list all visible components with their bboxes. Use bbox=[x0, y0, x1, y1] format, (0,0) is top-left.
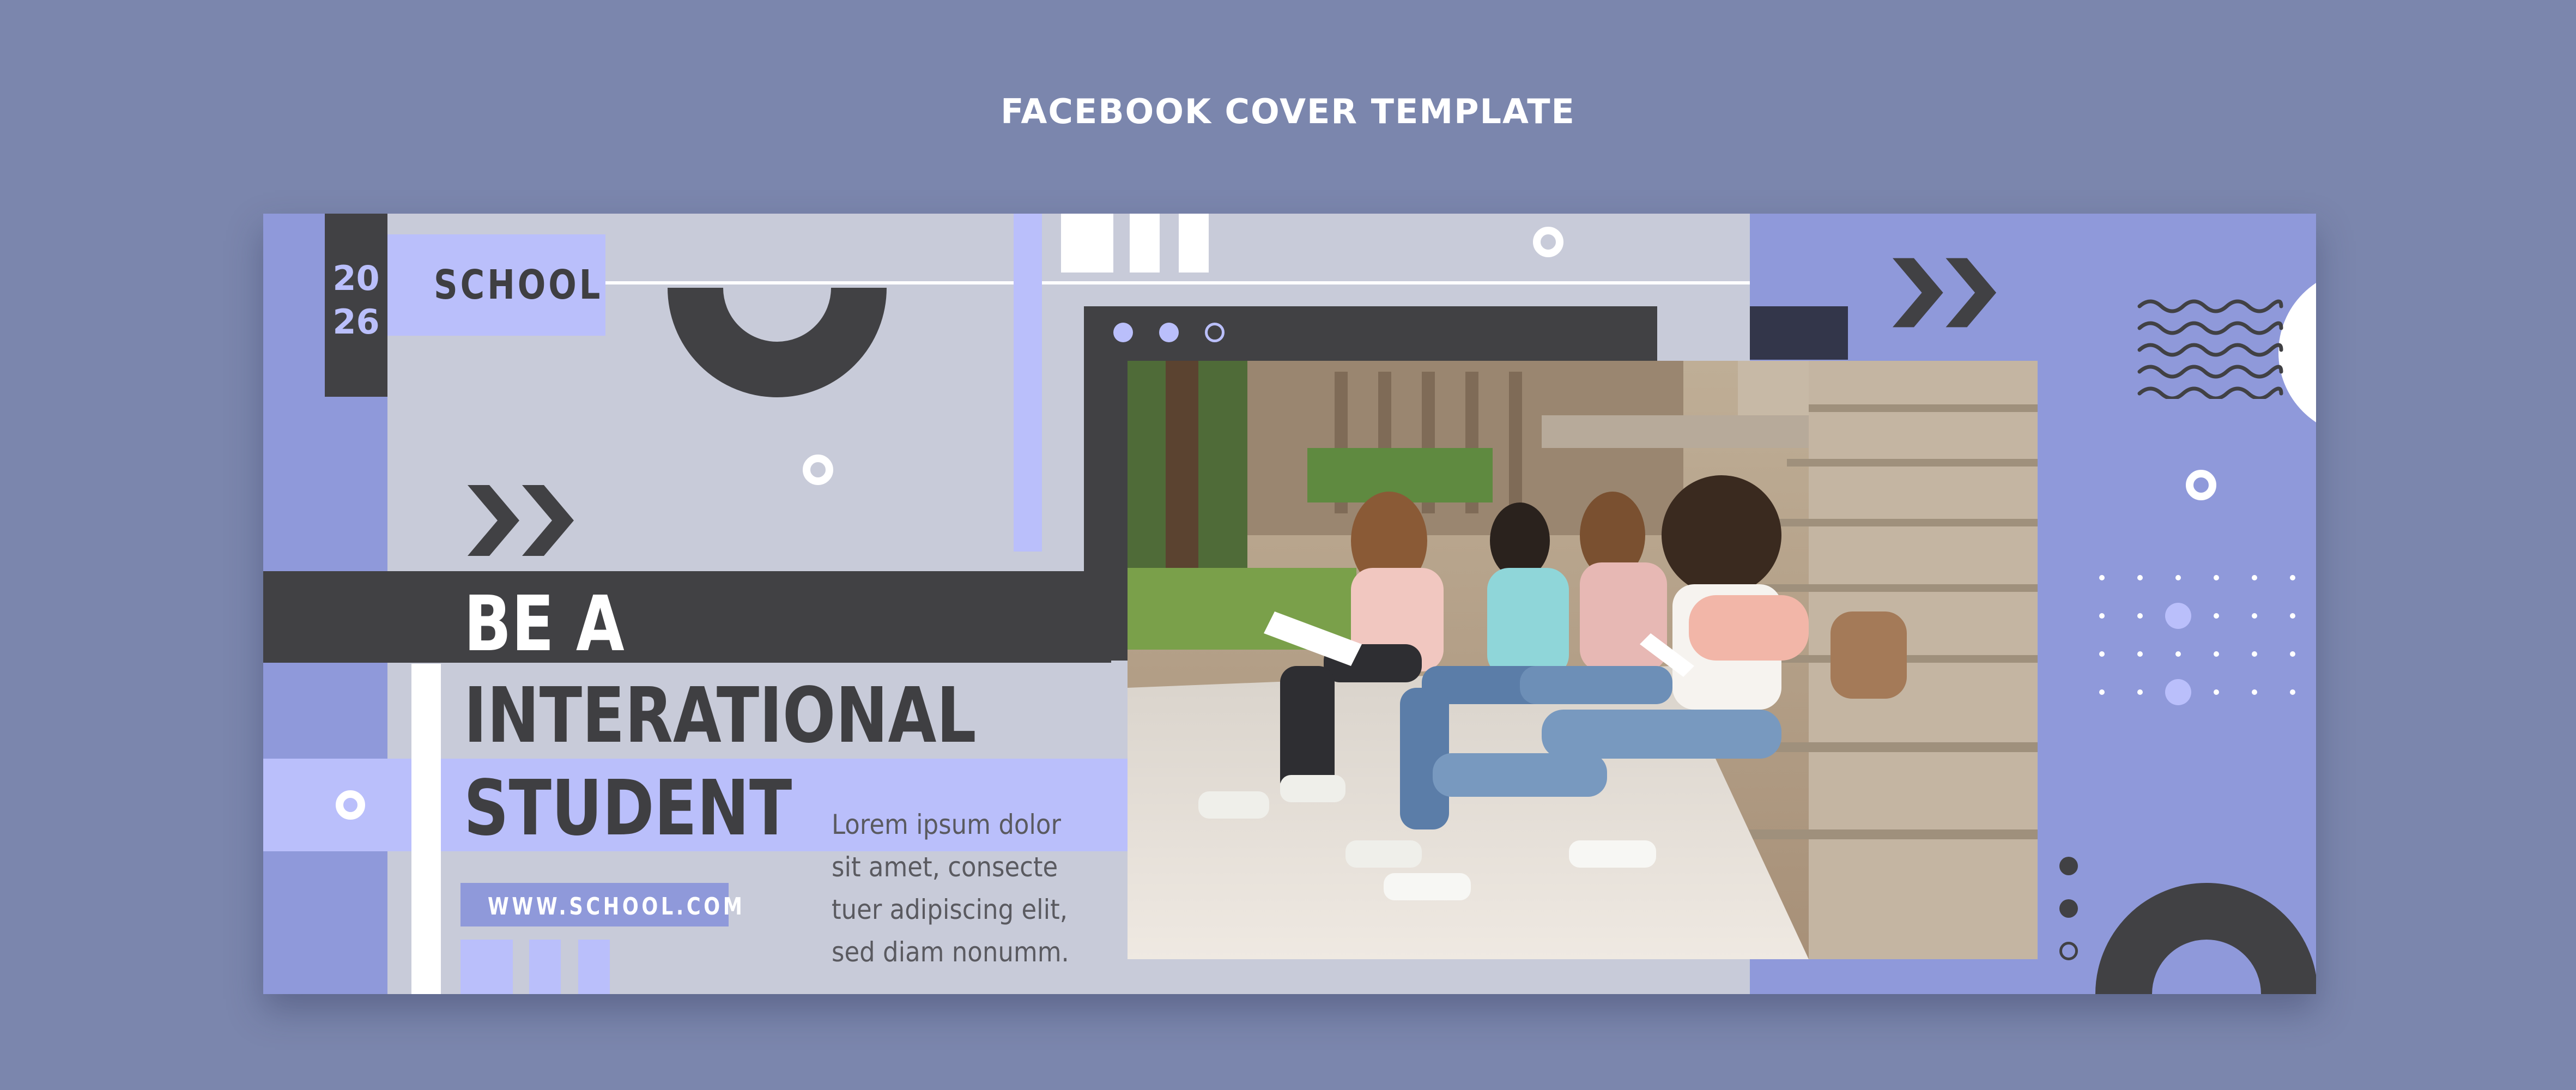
white-vertical-stripe bbox=[411, 664, 441, 994]
students-photo bbox=[1128, 361, 2038, 959]
ring-dot bbox=[803, 455, 833, 485]
website-box: WWW.SCHOOL.COM bbox=[460, 883, 742, 927]
window-dot-icon bbox=[1205, 323, 1225, 342]
white-block-1 bbox=[1061, 214, 1113, 272]
pale-block bbox=[578, 940, 610, 994]
double-chevron-icon bbox=[1893, 258, 1997, 328]
dot-icon bbox=[2059, 942, 2078, 960]
school-label-box: SCHOOL bbox=[387, 234, 605, 336]
body-line: tuer adipiscing elit, bbox=[832, 894, 1068, 925]
photo-illustration bbox=[1128, 361, 2038, 959]
headline-line-1: BE A bbox=[464, 580, 625, 669]
ring-dot bbox=[1533, 227, 1563, 257]
cover-banner: 20 26 SCHOOL BE A INTERATIONAL STUDENT W… bbox=[263, 214, 2316, 994]
ring-dot bbox=[336, 790, 365, 820]
headline-line-3: STUDENT bbox=[464, 764, 792, 853]
dot-icon bbox=[2059, 857, 2078, 875]
double-chevron-icon bbox=[468, 485, 574, 556]
body-line: Lorem ipsum dolor bbox=[832, 809, 1061, 840]
white-block-2 bbox=[1130, 214, 1160, 272]
wavy-lines-icon bbox=[2137, 299, 2283, 399]
window-dot-icon bbox=[1159, 323, 1179, 342]
dot-icon bbox=[2059, 899, 2078, 918]
window-frame-corner bbox=[1750, 306, 1848, 360]
school-label: SCHOOL bbox=[434, 262, 603, 308]
page-title: FACEBOOK COVER TEMPLATE bbox=[1001, 92, 1575, 131]
vertical-stripe bbox=[1014, 214, 1042, 552]
half-ring-shape bbox=[668, 288, 887, 397]
year-bottom: 26 bbox=[332, 302, 380, 342]
dot-grid bbox=[2099, 575, 2295, 705]
ring-dot bbox=[2186, 470, 2216, 500]
body-text: Lorem ipsum dolor sit amet, consecte tue… bbox=[832, 803, 1069, 973]
pale-block bbox=[529, 940, 561, 994]
year-top: 20 bbox=[332, 258, 380, 298]
website-url[interactable]: WWW.SCHOOL.COM bbox=[488, 893, 745, 921]
pale-block bbox=[460, 940, 513, 994]
headline-line-2: INTERATIONAL bbox=[464, 671, 977, 760]
white-block-3 bbox=[1179, 214, 1209, 272]
year-badge: 20 26 bbox=[325, 214, 387, 397]
body-line: sed diam nonumm. bbox=[832, 936, 1069, 968]
window-dot-icon bbox=[1113, 323, 1133, 342]
headline-bar bbox=[263, 571, 1111, 663]
body-line: sit amet, consecte bbox=[832, 851, 1058, 883]
